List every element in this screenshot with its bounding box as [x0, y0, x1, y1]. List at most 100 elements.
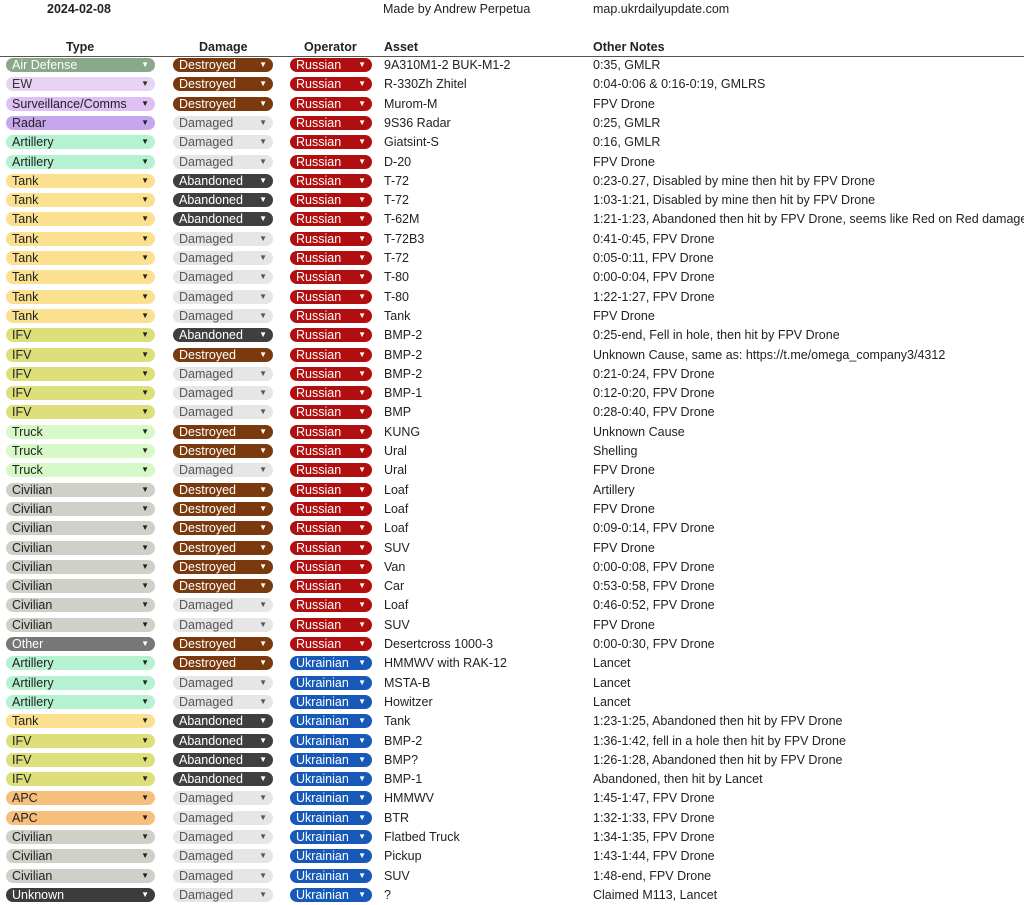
type-dropdown[interactable]: Surveillance/Comms ▼ [6, 96, 155, 111]
type-dropdown[interactable]: IFV ▼ [6, 752, 155, 767]
type-dropdown[interactable]: IFV ▼ [6, 733, 155, 748]
operator-dropdown[interactable]: Ukrainian ▼ [290, 868, 372, 883]
type-dropdown[interactable]: Tank ▼ [6, 231, 155, 246]
operator-dropdown[interactable]: Russian ▼ [290, 328, 372, 343]
operator-dropdown[interactable]: Russian ▼ [290, 405, 372, 420]
type-dropdown[interactable]: Tank ▼ [6, 714, 155, 729]
type-dropdown[interactable]: Artillery ▼ [6, 694, 155, 709]
type-dropdown[interactable]: Radar ▼ [6, 115, 155, 130]
damage-dropdown[interactable]: Damaged ▼ [173, 617, 273, 632]
type-dropdown[interactable]: EW ▼ [6, 77, 155, 92]
type-dropdown[interactable]: IFV ▼ [6, 405, 155, 420]
damage-dropdown[interactable]: Destroyed ▼ [173, 559, 273, 574]
type-dropdown[interactable]: IFV ▼ [6, 366, 155, 381]
type-dropdown[interactable]: Civilian ▼ [6, 849, 155, 864]
damage-dropdown[interactable]: Abandoned ▼ [173, 752, 273, 767]
operator-dropdown[interactable]: Russian ▼ [290, 308, 372, 323]
type-dropdown[interactable]: Civilian ▼ [6, 540, 155, 555]
type-dropdown[interactable]: Unknown ▼ [6, 887, 155, 902]
damage-dropdown[interactable]: Damaged ▼ [173, 463, 273, 478]
damage-dropdown[interactable]: Damaged ▼ [173, 308, 273, 323]
damage-dropdown[interactable]: Destroyed ▼ [173, 347, 273, 362]
damage-dropdown[interactable]: Damaged ▼ [173, 791, 273, 806]
damage-dropdown[interactable]: Abandoned ▼ [173, 772, 273, 787]
operator-dropdown[interactable]: Russian ▼ [290, 424, 372, 439]
type-dropdown[interactable]: Civilian ▼ [6, 868, 155, 883]
damage-dropdown[interactable]: Destroyed ▼ [173, 540, 273, 555]
operator-dropdown[interactable]: Russian ▼ [290, 559, 372, 574]
damage-dropdown[interactable]: Damaged ▼ [173, 887, 273, 902]
type-dropdown[interactable]: IFV ▼ [6, 328, 155, 343]
damage-dropdown[interactable]: Destroyed ▼ [173, 444, 273, 458]
damage-dropdown[interactable]: Damaged ▼ [173, 405, 273, 420]
type-dropdown[interactable]: Artillery ▼ [6, 154, 155, 169]
operator-dropdown[interactable]: Russian ▼ [290, 289, 372, 304]
damage-dropdown[interactable]: Destroyed ▼ [173, 501, 273, 516]
damage-dropdown[interactable]: Damaged ▼ [173, 810, 273, 825]
operator-dropdown[interactable]: Russian ▼ [290, 77, 372, 92]
operator-dropdown[interactable]: Ukrainian ▼ [290, 849, 372, 864]
damage-dropdown[interactable]: Destroyed ▼ [173, 637, 273, 651]
type-dropdown[interactable]: Tank ▼ [6, 251, 155, 265]
type-dropdown[interactable]: Artillery ▼ [6, 656, 155, 671]
type-dropdown[interactable]: Tank ▼ [6, 173, 155, 188]
operator-dropdown[interactable]: Ukrainian ▼ [290, 830, 372, 844]
type-dropdown[interactable]: Civilian ▼ [6, 579, 155, 594]
type-dropdown[interactable]: Truck ▼ [6, 424, 155, 439]
type-dropdown[interactable]: IFV ▼ [6, 772, 155, 787]
damage-dropdown[interactable]: Damaged ▼ [173, 289, 273, 304]
damage-dropdown[interactable]: Damaged ▼ [173, 231, 273, 246]
damage-dropdown[interactable]: Destroyed ▼ [173, 656, 273, 671]
type-dropdown[interactable]: Tank ▼ [6, 193, 155, 208]
operator-dropdown[interactable]: Russian ▼ [290, 521, 372, 536]
operator-dropdown[interactable]: Ukrainian ▼ [290, 733, 372, 748]
operator-dropdown[interactable]: Ukrainian ▼ [290, 810, 372, 825]
damage-dropdown[interactable]: Damaged ▼ [173, 849, 273, 864]
operator-dropdown[interactable]: Ukrainian ▼ [290, 887, 372, 902]
type-dropdown[interactable]: Civilian ▼ [6, 617, 155, 632]
damage-dropdown[interactable]: Damaged ▼ [173, 830, 273, 844]
operator-dropdown[interactable]: Russian ▼ [290, 154, 372, 169]
operator-dropdown[interactable]: Russian ▼ [290, 637, 372, 651]
operator-dropdown[interactable]: Russian ▼ [290, 173, 372, 188]
damage-dropdown[interactable]: Abandoned ▼ [173, 328, 273, 343]
operator-dropdown[interactable]: Russian ▼ [290, 540, 372, 555]
operator-dropdown[interactable]: Ukrainian ▼ [290, 772, 372, 787]
type-dropdown[interactable]: Artillery ▼ [6, 135, 155, 150]
operator-dropdown[interactable]: Ukrainian ▼ [290, 675, 372, 690]
operator-dropdown[interactable]: Russian ▼ [290, 135, 372, 150]
damage-dropdown[interactable]: Destroyed ▼ [173, 58, 273, 72]
operator-dropdown[interactable]: Russian ▼ [290, 96, 372, 111]
damage-dropdown[interactable]: Destroyed ▼ [173, 579, 273, 594]
type-dropdown[interactable]: IFV ▼ [6, 347, 155, 362]
damage-dropdown[interactable]: Damaged ▼ [173, 154, 273, 169]
type-dropdown[interactable]: Tank ▼ [6, 212, 155, 227]
type-dropdown[interactable]: Civilian ▼ [6, 482, 155, 497]
type-dropdown[interactable]: Other ▼ [6, 637, 155, 651]
operator-dropdown[interactable]: Russian ▼ [290, 347, 372, 362]
operator-dropdown[interactable]: Russian ▼ [290, 270, 372, 285]
damage-dropdown[interactable]: Damaged ▼ [173, 868, 273, 883]
damage-dropdown[interactable]: Destroyed ▼ [173, 424, 273, 439]
operator-dropdown[interactable]: Russian ▼ [290, 444, 372, 458]
operator-dropdown[interactable]: Ukrainian ▼ [290, 694, 372, 709]
operator-dropdown[interactable]: Russian ▼ [290, 58, 372, 72]
damage-dropdown[interactable]: Damaged ▼ [173, 386, 273, 401]
damage-dropdown[interactable]: Destroyed ▼ [173, 77, 273, 92]
type-dropdown[interactable]: Truck ▼ [6, 444, 155, 458]
type-dropdown[interactable]: Air Defense ▼ [6, 58, 155, 72]
damage-dropdown[interactable]: Destroyed ▼ [173, 96, 273, 111]
operator-dropdown[interactable]: Russian ▼ [290, 501, 372, 516]
type-dropdown[interactable]: Civilian ▼ [6, 830, 155, 844]
damage-dropdown[interactable]: Damaged ▼ [173, 251, 273, 265]
damage-dropdown[interactable]: Abandoned ▼ [173, 212, 273, 227]
damage-dropdown[interactable]: Abandoned ▼ [173, 714, 273, 729]
operator-dropdown[interactable]: Russian ▼ [290, 386, 372, 401]
operator-dropdown[interactable]: Russian ▼ [290, 231, 372, 246]
type-dropdown[interactable]: Tank ▼ [6, 289, 155, 304]
damage-dropdown[interactable]: Damaged ▼ [173, 598, 273, 613]
damage-dropdown[interactable]: Abandoned ▼ [173, 193, 273, 208]
type-dropdown[interactable]: APC ▼ [6, 791, 155, 806]
operator-dropdown[interactable]: Russian ▼ [290, 212, 372, 227]
type-dropdown[interactable]: Civilian ▼ [6, 501, 155, 516]
